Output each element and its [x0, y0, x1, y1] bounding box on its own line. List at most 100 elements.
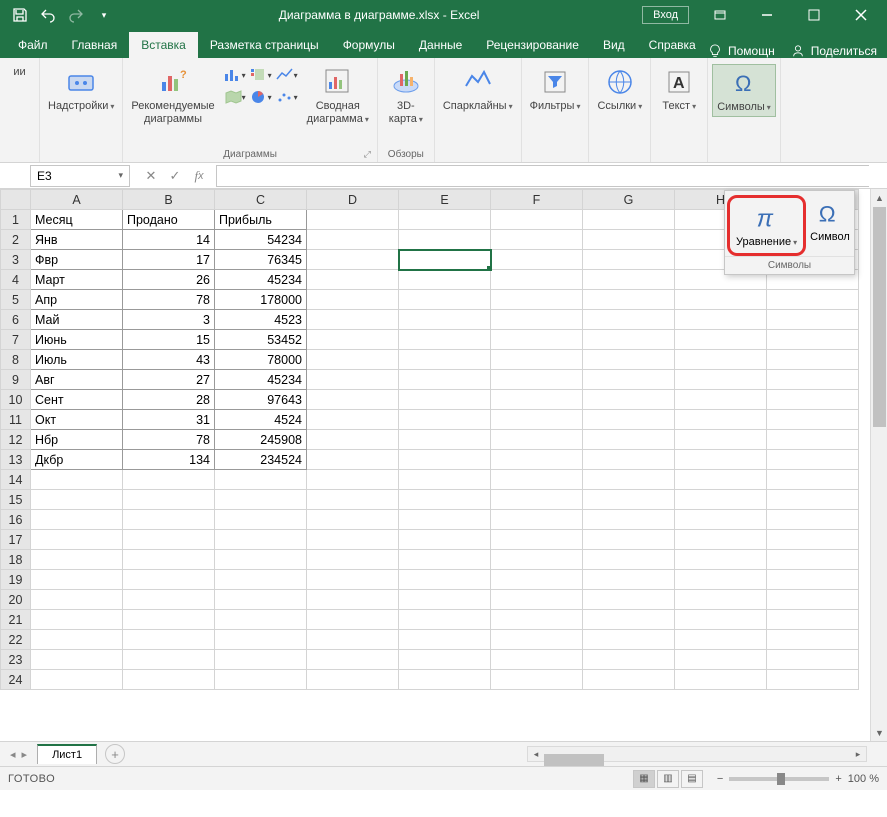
column-header[interactable]: D [307, 190, 399, 210]
redo-button[interactable] [64, 3, 88, 27]
cell[interactable]: 43 [123, 350, 215, 370]
undo-button[interactable] [36, 3, 60, 27]
row-header[interactable]: 23 [1, 650, 31, 670]
filters-button[interactable]: Фильтры [526, 64, 585, 115]
cell[interactable] [491, 450, 583, 470]
cell[interactable] [583, 230, 675, 250]
cell[interactable] [767, 530, 859, 550]
cell[interactable] [307, 210, 399, 230]
cell[interactable] [307, 250, 399, 270]
ribbon-display-options[interactable] [697, 0, 742, 30]
cell[interactable] [491, 610, 583, 630]
row-header[interactable]: 10 [1, 390, 31, 410]
sheet-tab[interactable]: Лист1 [37, 744, 97, 764]
cell[interactable]: 53452 [215, 330, 307, 350]
save-button[interactable] [8, 3, 32, 27]
row-header[interactable]: 11 [1, 410, 31, 430]
page-break-view-button[interactable]: ▤ [681, 770, 703, 788]
cell[interactable] [307, 570, 399, 590]
cell[interactable] [675, 350, 767, 370]
cell[interactable] [123, 670, 215, 690]
cell[interactable] [215, 470, 307, 490]
tab-nav-first[interactable]: ◂ [10, 748, 16, 761]
minimize-button[interactable] [744, 0, 789, 30]
cell[interactable] [491, 310, 583, 330]
cell[interactable] [491, 270, 583, 290]
row-header[interactable]: 5 [1, 290, 31, 310]
cell[interactable] [491, 250, 583, 270]
cell[interactable] [675, 370, 767, 390]
cell[interactable]: Дкбр [31, 450, 123, 470]
share-button[interactable]: Поделиться [811, 44, 877, 58]
cell[interactable] [675, 590, 767, 610]
cell[interactable] [675, 290, 767, 310]
cell[interactable] [215, 570, 307, 590]
close-button[interactable] [838, 0, 883, 30]
cell[interactable] [399, 450, 491, 470]
row-header[interactable]: 12 [1, 430, 31, 450]
cell[interactable] [767, 330, 859, 350]
cell[interactable] [491, 550, 583, 570]
normal-view-button[interactable]: ▦ [633, 770, 655, 788]
cell[interactable] [767, 490, 859, 510]
cell[interactable]: Окт [31, 410, 123, 430]
horizontal-scrollbar[interactable]: ◂▸ [527, 746, 867, 762]
cell[interactable] [583, 270, 675, 290]
column-header[interactable]: F [491, 190, 583, 210]
cell[interactable] [123, 590, 215, 610]
insert-function-button[interactable]: fx [188, 165, 210, 187]
row-header[interactable]: 13 [1, 450, 31, 470]
cell[interactable]: Нбр [31, 430, 123, 450]
row-header[interactable]: 9 [1, 370, 31, 390]
cell[interactable] [307, 330, 399, 350]
cell[interactable] [767, 630, 859, 650]
cell[interactable] [491, 370, 583, 390]
cell[interactable] [675, 410, 767, 430]
tab-page-layout[interactable]: Разметка страницы [198, 32, 331, 58]
maximize-button[interactable] [791, 0, 836, 30]
cell[interactable] [583, 650, 675, 670]
cell[interactable] [767, 350, 859, 370]
cell[interactable] [767, 370, 859, 390]
column-header[interactable]: B [123, 190, 215, 210]
cell[interactable] [583, 410, 675, 430]
cell[interactable] [31, 610, 123, 630]
cell[interactable] [399, 670, 491, 690]
cell[interactable] [307, 290, 399, 310]
cell[interactable] [215, 670, 307, 690]
cell[interactable]: Авг [31, 370, 123, 390]
cell[interactable] [491, 410, 583, 430]
column-header[interactable]: G [583, 190, 675, 210]
cancel-formula-button[interactable]: ✕ [140, 165, 162, 187]
chart-line-button[interactable]: ▾ [275, 64, 299, 86]
cell[interactable] [583, 630, 675, 650]
recommended-charts-button[interactable]: ? Рекомендуемые диаграммы [127, 64, 218, 128]
page-layout-view-button[interactable]: ▥ [657, 770, 679, 788]
sparklines-button[interactable]: Спарклайны [439, 64, 517, 115]
row-header[interactable]: 3 [1, 250, 31, 270]
cell[interactable] [583, 250, 675, 270]
row-header[interactable]: 24 [1, 670, 31, 690]
cell[interactable] [307, 370, 399, 390]
row-header[interactable]: 21 [1, 610, 31, 630]
cell[interactable] [491, 350, 583, 370]
cell[interactable]: 17 [123, 250, 215, 270]
row-header[interactable]: 6 [1, 310, 31, 330]
cell[interactable] [399, 330, 491, 350]
cell[interactable] [675, 470, 767, 490]
links-button[interactable]: Ссылки [593, 64, 646, 115]
cell[interactable] [767, 510, 859, 530]
cell[interactable] [767, 550, 859, 570]
cell[interactable] [767, 410, 859, 430]
cell[interactable] [123, 510, 215, 530]
cell[interactable] [675, 670, 767, 690]
new-sheet-button[interactable]: + [105, 744, 125, 764]
symbols-button[interactable]: Ω Символы [712, 64, 776, 117]
qat-customize[interactable]: ▾ [92, 3, 116, 27]
cell[interactable] [399, 570, 491, 590]
cell[interactable] [307, 510, 399, 530]
cell[interactable] [123, 570, 215, 590]
cell[interactable] [491, 290, 583, 310]
cell[interactable] [583, 390, 675, 410]
cell[interactable] [31, 570, 123, 590]
